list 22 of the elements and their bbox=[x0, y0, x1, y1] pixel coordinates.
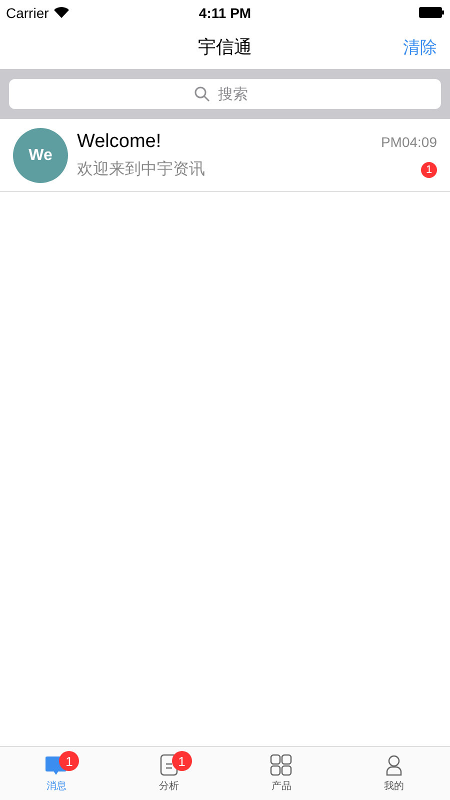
tab[interactable]: 产品 bbox=[225, 747, 338, 800]
wifi-icon bbox=[54, 7, 69, 18]
tab-badge: 1 bbox=[59, 751, 80, 771]
avatar: We bbox=[13, 128, 68, 183]
tab[interactable]: 消息 1 bbox=[0, 747, 112, 800]
message-time: PM04:09 bbox=[380, 134, 437, 150]
clock-time: 4:11 PM bbox=[198, 4, 252, 20]
unread-count: 1 bbox=[421, 162, 437, 178]
battery-icon bbox=[419, 7, 444, 18]
tab[interactable]: 分析 1 bbox=[112, 747, 225, 800]
document-icon bbox=[158, 754, 179, 776]
grid-icon bbox=[270, 754, 292, 776]
message-preview: 欢迎来到中宇资讯 bbox=[77, 160, 205, 180]
tab[interactable]: 我的 bbox=[338, 747, 450, 800]
search-icon bbox=[194, 86, 210, 102]
sender-name: Welcome! bbox=[77, 131, 162, 153]
conversation-row[interactable]: We Welcome! PM04:09 欢迎来到中宇资讯 1 bbox=[0, 121, 450, 192]
search-field[interactable]: 搜索 bbox=[216, 84, 256, 104]
person-icon bbox=[384, 754, 404, 776]
tab-badge: 1 bbox=[172, 751, 192, 771]
nav-title: 宇信通 bbox=[198, 36, 252, 59]
carrier-label: Carrier bbox=[6, 4, 49, 20]
